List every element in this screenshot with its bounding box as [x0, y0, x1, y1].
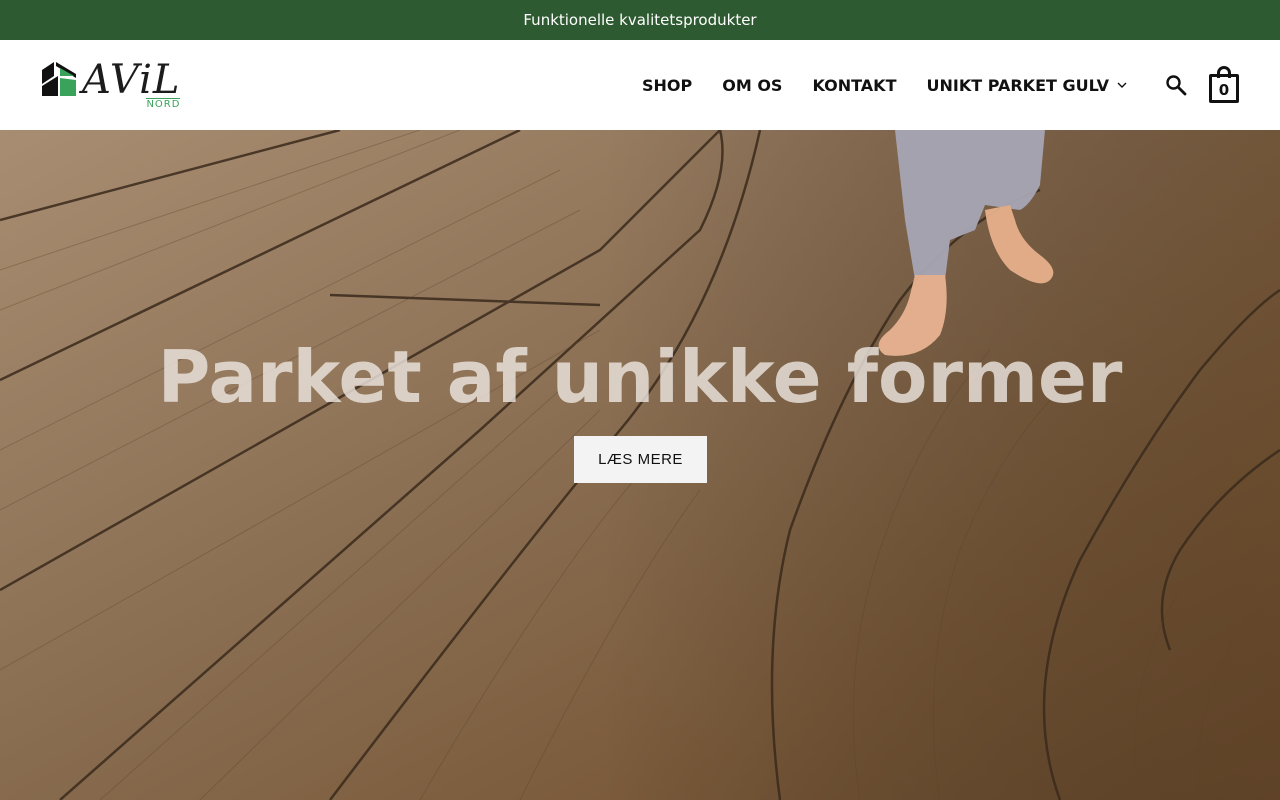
hero-banner: Parket af unikke former LÆS MERE [0, 130, 1280, 800]
logo-wordmark: AViL [82, 57, 181, 103]
read-more-button[interactable]: LÆS MERE [574, 436, 707, 483]
hero-title: Parket af unikke former [157, 335, 1123, 419]
cart-count: 0 [1209, 74, 1239, 103]
chevron-down-icon [1117, 82, 1127, 88]
main-nav: SHOP OM OS KONTAKT UNIKT PARKET GULV 0 [627, 40, 1240, 130]
search-button[interactable] [1164, 73, 1188, 97]
cart-button[interactable]: 0 [1208, 66, 1240, 104]
nav-item-shop[interactable]: SHOP [627, 40, 707, 130]
logo-mark-icon [42, 62, 76, 96]
logo-subtitle: NORD [146, 98, 181, 110]
logo-text: AViL NORD [82, 57, 181, 110]
nav-item-kontakt[interactable]: KONTAKT [797, 40, 911, 130]
site-header: AViL NORD SHOP OM OS KONTAKT UNIKT PARKE… [0, 40, 1280, 130]
announcement-text: Funktionelle kvalitetsprodukter [523, 11, 757, 29]
site-logo[interactable]: AViL NORD [40, 57, 181, 110]
nav-item-unikt-parket-gulv[interactable]: UNIKT PARKET GULV [912, 40, 1143, 130]
search-icon [1166, 75, 1187, 96]
nav-item-om-os[interactable]: OM OS [707, 40, 797, 130]
announcement-bar: Funktionelle kvalitetsprodukter [0, 0, 1280, 40]
